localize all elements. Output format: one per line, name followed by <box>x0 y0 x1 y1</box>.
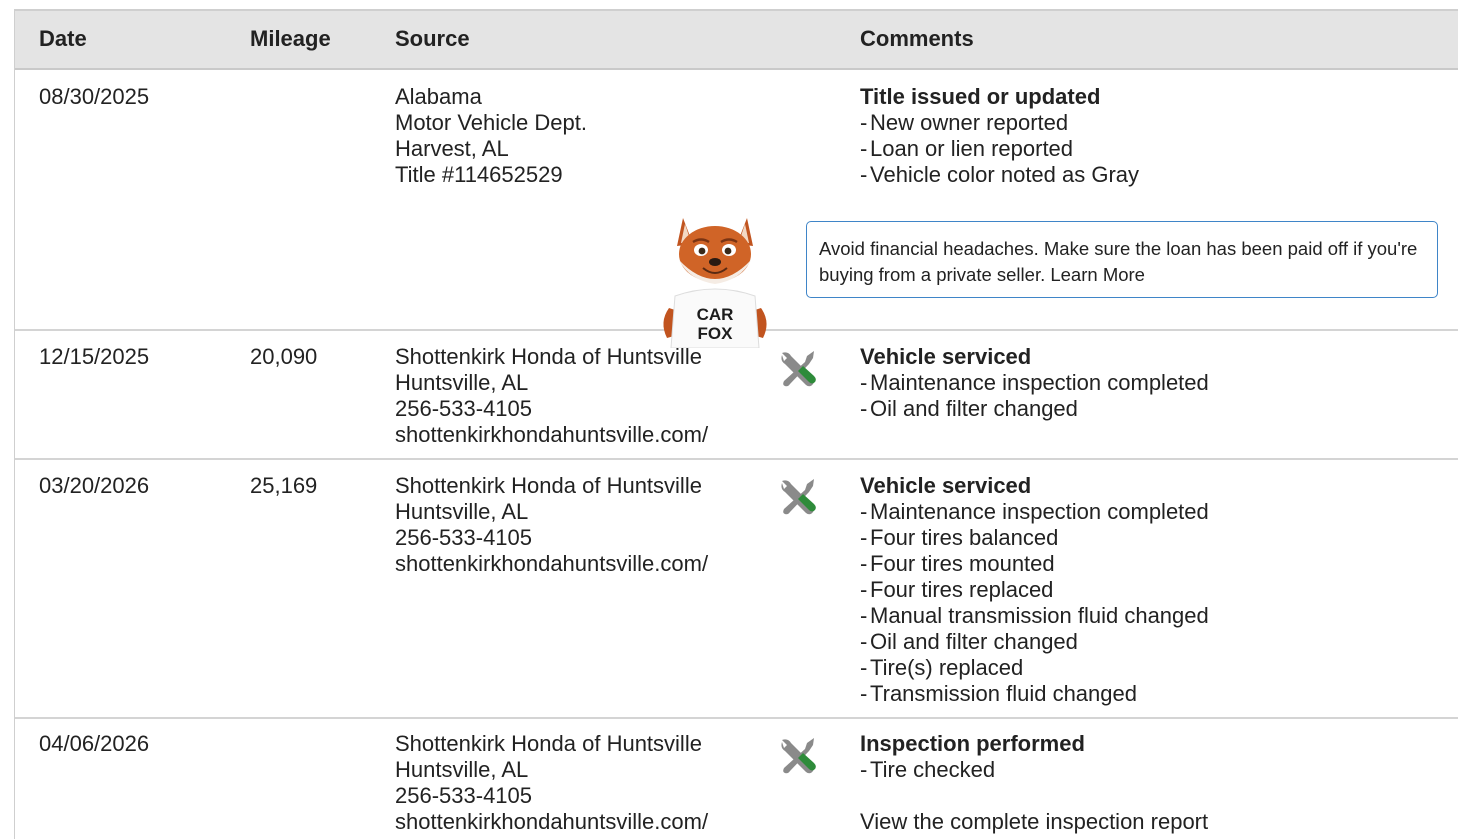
loan-tip-box: Avoid financial headaches. Make sure the… <box>806 221 1438 298</box>
row-mileage: 25,169 <box>250 473 318 498</box>
source-line: Huntsville, AL <box>395 757 529 782</box>
event-title: Vehicle serviced <box>860 473 1032 498</box>
source-website-link[interactable]: shottenkirkhondahuntsville.com/ <box>395 422 708 448</box>
row-comments: Vehicle serviced - Maintenance inspection… <box>860 473 1209 707</box>
source-line: Shottenkirk Honda of Huntsville <box>395 731 702 756</box>
detail-item: - Oil and filter changed <box>860 629 1078 654</box>
source-line: Motor Vehicle Dept. <box>395 110 587 135</box>
source-line: 256-533-4105 <box>395 783 533 808</box>
source-line: Shottenkirk Honda of Huntsville <box>395 344 702 369</box>
source-line: Title #114652529 <box>395 162 563 187</box>
mascot-shirt-line1: CAR <box>697 305 734 324</box>
source-line: Harvest, AL <box>395 136 509 161</box>
row-date: 04/06/2026 <box>39 731 150 756</box>
row-comments: Vehicle serviced - Maintenance inspection… <box>860 344 1209 422</box>
detail-item: - Four tires replaced <box>860 577 1054 602</box>
row-date: 08/30/2025 <box>39 84 150 109</box>
row-divider <box>15 717 1458 719</box>
table-header: Date Mileage Source Comments <box>15 11 1458 70</box>
row-source: Shottenkirk Honda of Huntsville Huntsvil… <box>395 344 708 448</box>
row-date: 12/15/2025 <box>39 344 150 369</box>
wrench-screwdriver-icon <box>781 738 816 774</box>
detail-item: - Vehicle color noted as Gray <box>860 162 1140 187</box>
header-source: Source <box>395 26 470 51</box>
header-comments: Comments <box>860 26 974 51</box>
carfox-mascot-icon: CAR FOX <box>663 218 767 348</box>
event-title: Title issued or updated <box>860 84 1101 109</box>
detail-item: - Oil and filter changed <box>860 396 1078 421</box>
source-line: Alabama <box>395 84 482 109</box>
header-mileage: Mileage <box>250 26 331 51</box>
detail-item: - Maintenance inspection completed <box>860 370 1209 395</box>
detail-item: - Maintenance inspection completed <box>860 499 1209 524</box>
detail-item: - Four tires balanced <box>860 525 1059 550</box>
source-website-link[interactable]: shottenkirkhondahuntsville.com/ <box>395 809 708 835</box>
header-date: Date <box>39 26 87 51</box>
row-source: Alabama Motor Vehicle Dept. Harvest, AL … <box>395 84 587 188</box>
row-divider <box>15 458 1458 460</box>
row-mileage: 20,090 <box>250 344 318 369</box>
row-source: Shottenkirk Honda of Huntsville Huntsvil… <box>395 473 708 577</box>
detail-item: - Tire(s) replaced <box>860 655 1024 680</box>
detail-item: - Tire checked <box>860 757 996 782</box>
source-line: 256-533-4105 <box>395 525 533 550</box>
detail-item: - Manual transmission fluid changed <box>860 603 1209 628</box>
detail-item: - Transmission fluid changed <box>860 681 1137 706</box>
vehicle-history-table: Date Mileage Source Comments 08/30/2025 … <box>14 9 1458 839</box>
detail-item: - Four tires mounted <box>860 551 1055 576</box>
source-website-link[interactable]: shottenkirkhondahuntsville.com/ <box>395 551 708 577</box>
detail-item: - Loan or lien reported <box>860 136 1074 161</box>
source-line: Huntsville, AL <box>395 370 529 395</box>
source-line: 256-533-4105 <box>395 396 533 421</box>
source-line: Shottenkirk Honda of Huntsville <box>395 473 702 498</box>
source-line: Huntsville, AL <box>395 499 529 524</box>
row-date: 03/20/2026 <box>39 473 150 498</box>
detail-item: - New owner reported <box>860 110 1069 135</box>
view-inspection-report-link[interactable]: View the complete inspection report <box>860 809 1208 835</box>
event-title: Inspection performed <box>860 731 1085 756</box>
row-source: Shottenkirk Honda of Huntsville Huntsvil… <box>395 731 708 835</box>
mascot-shirt-line2: FOX <box>698 324 734 343</box>
row-comments: Title issued or updated - New owner repor… <box>860 84 1139 188</box>
event-title: Vehicle serviced <box>860 344 1032 369</box>
learn-more-link[interactable]: Learn More <box>1050 264 1145 285</box>
wrench-screwdriver-icon <box>781 351 816 387</box>
wrench-screwdriver-icon <box>781 479 816 515</box>
row-comments: Inspection performed - Tire checked View … <box>860 731 1208 835</box>
